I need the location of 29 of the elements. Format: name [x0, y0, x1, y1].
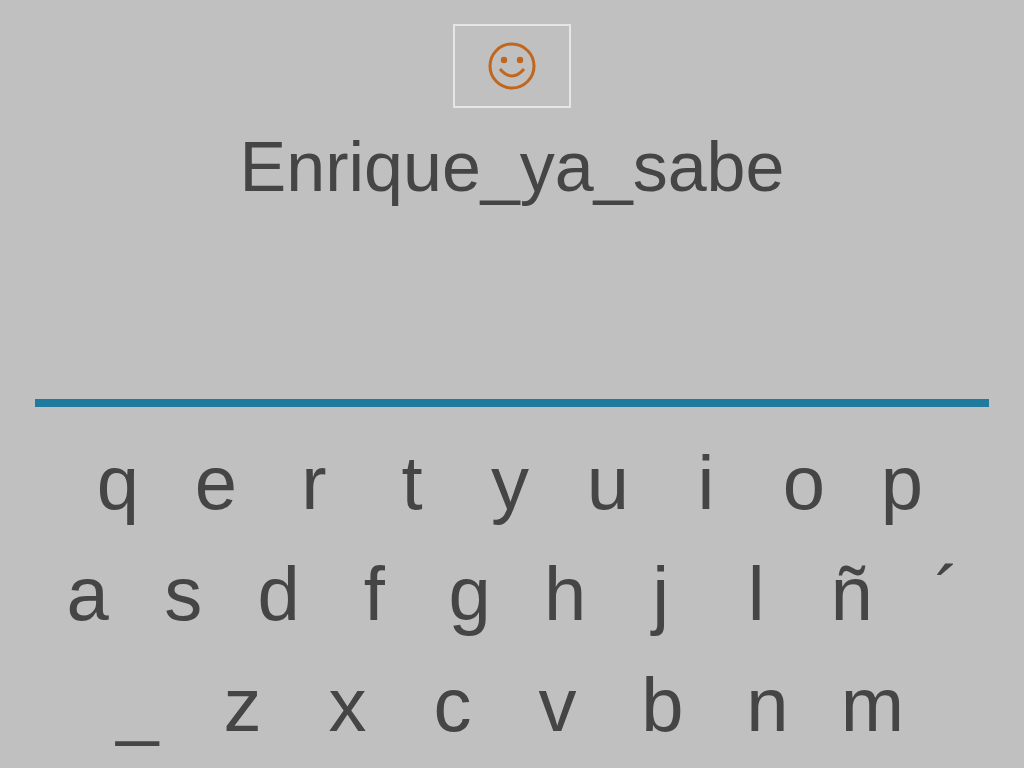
letter-key[interactable]: r — [265, 432, 363, 533]
letter-key[interactable]: v — [505, 654, 610, 755]
letter-key[interactable]: q — [69, 432, 167, 533]
word-title: Enrique_ya_sabe — [239, 127, 785, 208]
letter-key[interactable]: s — [135, 543, 231, 644]
letter-key[interactable]: ´ — [899, 543, 995, 644]
letter-key[interactable]: e — [167, 432, 265, 533]
letter-key[interactable]: d — [231, 543, 327, 644]
letter-key[interactable]: y — [461, 432, 559, 533]
smiley-icon — [487, 41, 537, 91]
letter-key[interactable]: g — [422, 543, 518, 644]
letter-key[interactable]: t — [363, 432, 461, 533]
letter-key[interactable]: c — [400, 654, 505, 755]
letter-key[interactable]: a — [40, 543, 136, 644]
letter-key[interactable]: n — [715, 654, 820, 755]
letter-key[interactable]: i — [657, 432, 755, 533]
letter-key[interactable]: f — [326, 543, 422, 644]
letter-key[interactable]: m — [820, 654, 925, 755]
letter-key[interactable]: b — [610, 654, 715, 755]
letter-key[interactable]: ñ — [804, 543, 900, 644]
letter-key[interactable]: l — [708, 543, 804, 644]
letter-key[interactable]: h — [517, 543, 613, 644]
letter-key[interactable]: u — [559, 432, 657, 533]
letter-key[interactable]: j — [613, 543, 709, 644]
letter-key[interactable]: z — [190, 654, 295, 755]
letter-key[interactable]: _ — [85, 654, 190, 755]
letter-key[interactable]: o — [755, 432, 853, 533]
letter-key[interactable]: p — [853, 432, 951, 533]
letter-key[interactable]: x — [295, 654, 400, 755]
